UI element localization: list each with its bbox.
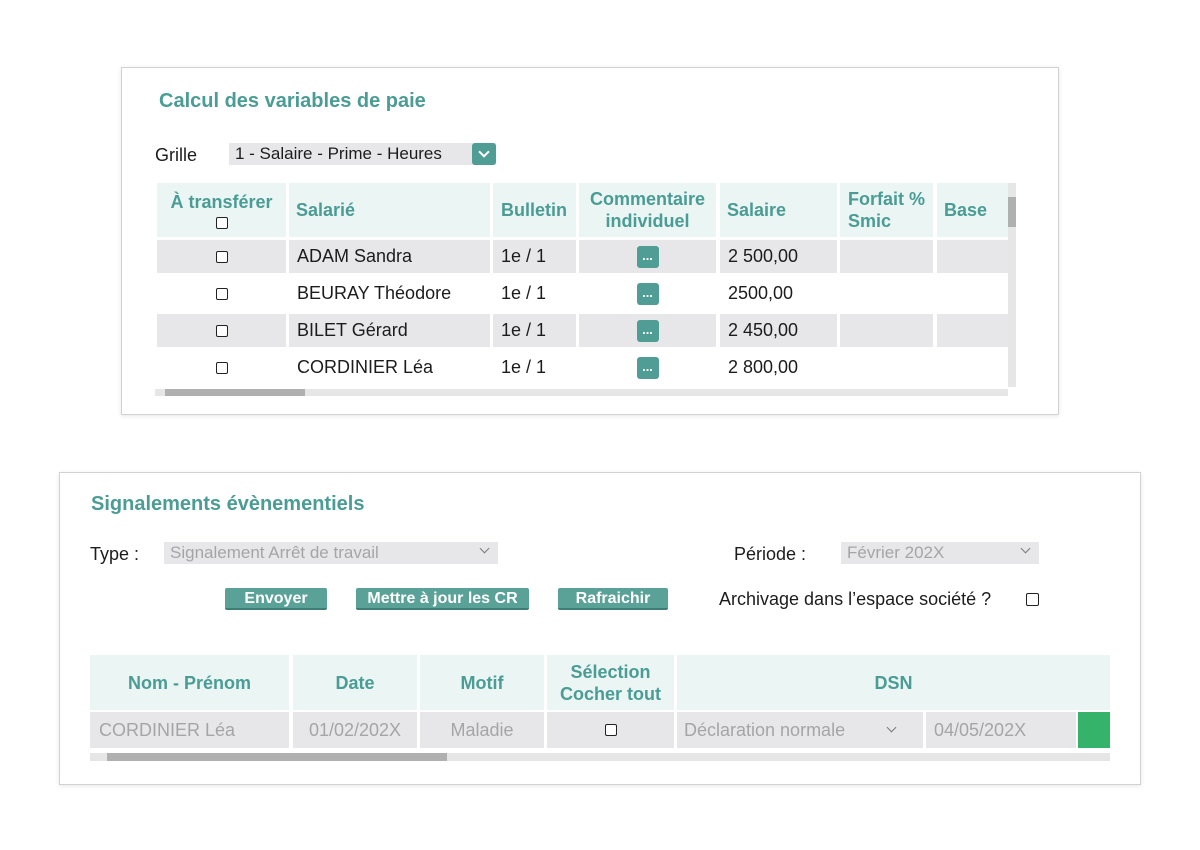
horizontal-scrollbar-thumb[interactable] — [107, 753, 447, 761]
col-header-date-label: Date — [335, 672, 375, 693]
row-base — [937, 314, 1008, 347]
dsn-type-value: Déclaration normale — [684, 719, 846, 740]
payroll-title: Calcul des variables de paie — [159, 90, 426, 112]
row-forfait — [840, 240, 933, 273]
row-base — [937, 240, 1008, 273]
col-header-base-label: Base — [944, 200, 988, 220]
col-header-commentaire-line1: Commentaire — [589, 189, 706, 209]
vertical-scrollbar-thumb[interactable] — [1008, 197, 1016, 227]
row-motif: Maladie — [420, 712, 544, 748]
grille-select-value: 1 - Salaire - Prime - Heures — [235, 144, 442, 163]
col-header-forfait-line1: Forfait % — [848, 189, 926, 209]
row-salaire: 2500,00 — [720, 277, 837, 310]
periode-label: Période : — [734, 544, 807, 564]
row-bulletin: 1e / 1 — [493, 351, 576, 384]
col-header-motif-label: Motif — [460, 672, 504, 693]
select-all-checkbox[interactable] — [215, 217, 228, 229]
table-row — [157, 314, 286, 347]
row-name: ADAM Sandra — [289, 240, 490, 273]
table-row — [157, 351, 286, 384]
grille-select[interactable]: 1 - Salaire - Prime - Heures — [229, 143, 496, 165]
archive-label: Archivage dans l’espace société ? — [719, 589, 992, 609]
row-forfait — [840, 314, 933, 347]
col-header-salarie-label: Salarié — [296, 200, 356, 220]
col-header-selection-line1: Sélection — [570, 661, 651, 682]
row-comment-cell: ... — [579, 240, 716, 273]
row-name: CORDINIER Léa — [90, 712, 289, 748]
row-salaire: 2 800,00 — [720, 351, 837, 384]
type-select[interactable]: Signalement Arrêt de travail — [164, 542, 498, 564]
archive-checkbox[interactable] — [1026, 593, 1039, 606]
col-header-salarie: Salarié — [289, 183, 490, 237]
update-cr-button[interactable]: Mettre à jour les CR — [356, 588, 529, 610]
col-header-selection: Sélection Cocher tout — [547, 655, 674, 710]
row-salaire: 2 500,00 — [720, 240, 837, 273]
chevron-down-icon[interactable] — [479, 543, 490, 554]
table-row — [157, 277, 286, 310]
row-bulletin: 1e / 1 — [493, 314, 576, 347]
col-header-forfait-line2: Smic — [848, 211, 892, 231]
events-panel: Signalements évènementiels Type : Signal… — [59, 472, 1141, 785]
col-header-commentaire-line2: individuel — [605, 211, 690, 231]
col-header-salaire-label: Salaire — [727, 200, 787, 220]
payroll-panel: Calcul des variables de paie Grille 1 - … — [121, 67, 1059, 415]
col-header-motif: Motif — [420, 655, 544, 710]
events-title: Signalements évènementiels — [91, 493, 365, 515]
row-bulletin: 1e / 1 — [493, 277, 576, 310]
refresh-button[interactable]: Rafraichir — [558, 588, 668, 610]
col-header-selection-line2[interactable]: Cocher tout — [560, 683, 661, 705]
chevron-down-icon[interactable] — [472, 143, 496, 165]
chevron-down-icon[interactable] — [886, 722, 897, 733]
col-header-name: Nom - Prénom — [90, 655, 289, 710]
row-checkbox[interactable] — [215, 361, 228, 374]
col-header-bulletin: Bulletin — [493, 183, 576, 237]
col-header-bulletin-label: Bulletin — [501, 200, 567, 220]
table-row — [157, 240, 286, 273]
vertical-scrollbar[interactable] — [1008, 183, 1016, 387]
periode-select-value: Février 202X — [847, 543, 945, 562]
horizontal-scrollbar[interactable] — [90, 753, 1110, 761]
comment-button[interactable]: ... — [636, 319, 659, 342]
chevron-down-icon[interactable] — [1020, 543, 1031, 554]
periode-select[interactable]: Février 202X — [841, 542, 1039, 564]
comment-button[interactable]: ... — [636, 282, 659, 305]
row-selection-cell — [547, 712, 674, 748]
row-checkbox[interactable] — [215, 287, 228, 300]
send-button[interactable]: Envoyer — [225, 588, 327, 610]
col-header-transfer: À transférer — [157, 183, 286, 237]
col-header-dsn-label: DSN — [874, 672, 913, 693]
comment-button[interactable]: ... — [636, 245, 659, 268]
dsn-type-select[interactable]: Déclaration normale — [677, 712, 923, 748]
horizontal-scrollbar[interactable] — [155, 389, 1008, 396]
col-header-forfait: Forfait % Smic — [840, 183, 933, 237]
row-dsn-date: 04/05/202X — [926, 712, 1076, 748]
col-header-salaire: Salaire — [720, 183, 837, 237]
row-comment-cell: ... — [579, 314, 716, 347]
row-checkbox[interactable] — [215, 324, 228, 337]
col-header-date: Date — [293, 655, 417, 710]
row-comment-cell: ... — [579, 277, 716, 310]
type-select-value: Signalement Arrêt de travail — [170, 543, 379, 562]
row-salaire: 2 450,00 — [720, 314, 837, 347]
row-comment-cell: ... — [579, 351, 716, 384]
row-name: CORDINIER Léa — [289, 351, 490, 384]
type-label: Type : — [90, 544, 140, 564]
col-header-transfer-label: À transférer — [170, 192, 273, 212]
grille-label: Grille — [155, 145, 198, 165]
status-indicator — [1078, 712, 1110, 748]
horizontal-scrollbar-thumb[interactable] — [165, 389, 305, 396]
col-header-base: Base — [937, 183, 1008, 237]
row-date: 01/02/202X — [293, 712, 417, 748]
col-header-dsn: DSN — [677, 655, 1110, 710]
row-bulletin: 1e / 1 — [493, 240, 576, 273]
comment-button[interactable]: ... — [636, 356, 659, 379]
row-checkbox[interactable] — [604, 724, 617, 736]
row-checkbox[interactable] — [215, 250, 228, 263]
col-header-commentaire: Commentaire individuel — [579, 183, 716, 237]
row-name: BILET Gérard — [289, 314, 490, 347]
row-name: BEURAY Théodore — [289, 277, 490, 310]
col-header-name-label: Nom - Prénom — [127, 672, 251, 693]
